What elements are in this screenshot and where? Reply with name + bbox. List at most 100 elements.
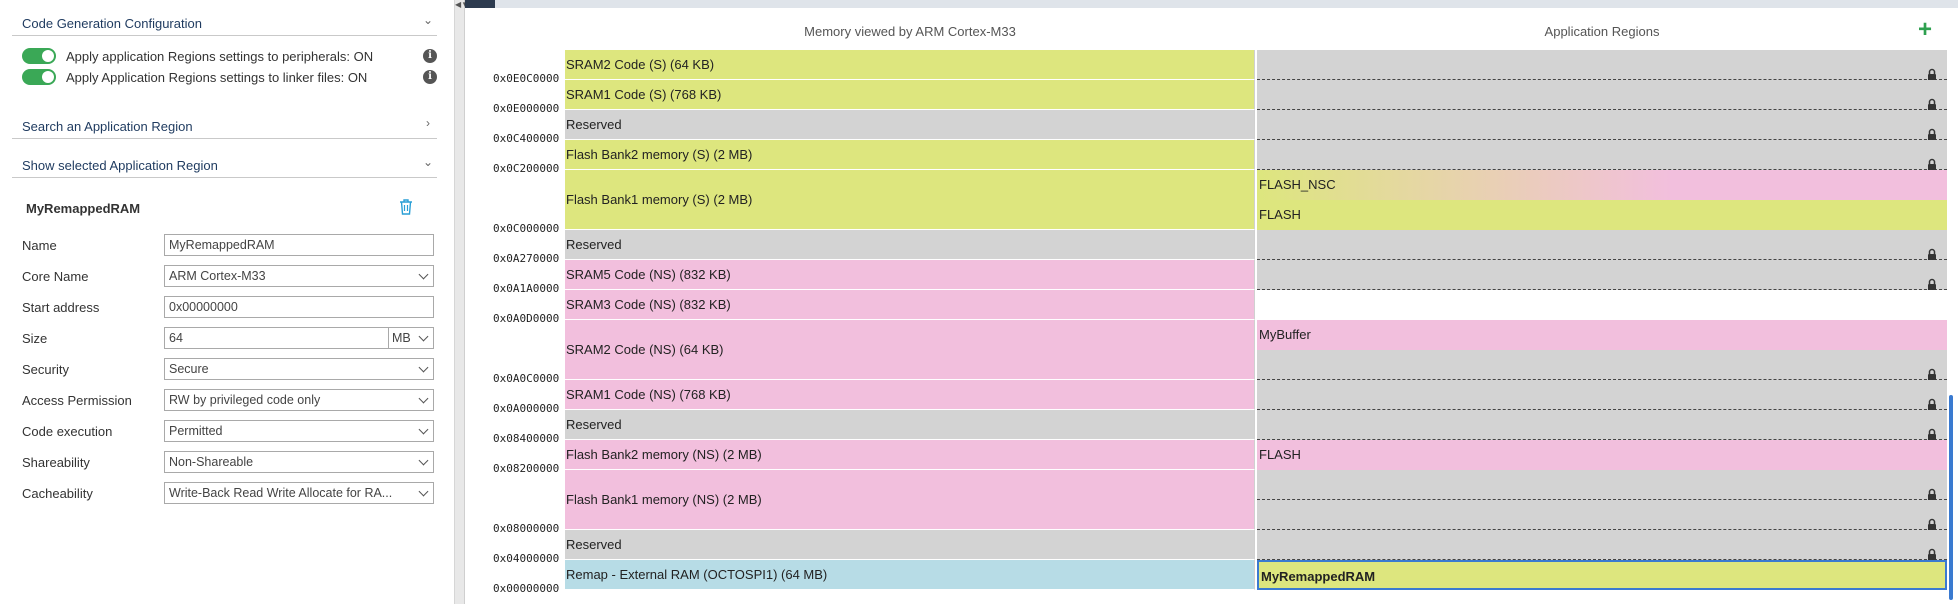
memory-region-row[interactable]: Reserved (565, 410, 1255, 440)
size-unit-select[interactable]: MB (388, 327, 434, 349)
name-input[interactable]: MyRemappedRAM (164, 234, 434, 256)
memory-address-label: 0x0C400000 (493, 132, 560, 145)
show-region-section[interactable]: Show selected Application Region ⌄ (12, 142, 437, 178)
memory-region-row[interactable]: Flash Bank1 memory (S) (2 MB) (565, 170, 1255, 230)
app-region-label: FLASH (1259, 447, 1301, 462)
app-region-empty[interactable] (1257, 500, 1947, 531)
field-exec: Code execution Permitted (22, 420, 434, 442)
memory-region-row[interactable]: SRAM2 Code (NS) (64 KB) (565, 320, 1255, 380)
memory-region-row[interactable]: SRAM1 Code (NS) (768 KB) (565, 380, 1255, 410)
memory-region-label: Flash Bank2 memory (S) (2 MB) (566, 147, 753, 162)
app-region-empty[interactable] (1257, 110, 1947, 141)
app-region-empty[interactable] (1257, 290, 1947, 320)
code-generation-title: Code Generation Configuration (22, 16, 202, 31)
field-access: Access Permission RW by privileged code … (22, 389, 434, 411)
app-region-empty[interactable] (1257, 380, 1947, 411)
app-region-empty[interactable] (1257, 140, 1947, 171)
memory-region-label: SRAM3 Code (NS) (832 KB) (566, 297, 731, 312)
memory-region-label: Reserved (566, 417, 622, 432)
field-start-label: Start address (22, 300, 100, 315)
start-address-input[interactable]: 0x00000000 (164, 296, 434, 318)
memory-region-row[interactable]: Flash Bank1 memory (NS) (2 MB) (565, 470, 1255, 530)
memory-region-row[interactable]: SRAM2 Code (S) (64 KB) (565, 50, 1255, 80)
app-region-empty[interactable] (1257, 260, 1947, 291)
show-region-title: Show selected Application Region (22, 158, 218, 173)
search-region-title: Search an Application Region (22, 119, 193, 134)
memory-address-label: 0x00000000 (493, 582, 560, 595)
field-exec-label: Code execution (22, 424, 113, 439)
field-size-label: Size (22, 331, 48, 346)
app-region-empty[interactable] (1257, 470, 1947, 501)
memory-region-row[interactable]: SRAM1 Code (S) (768 KB) (565, 80, 1255, 110)
app-region-myremappedram[interactable]: MyRemappedRAM (1257, 560, 1947, 590)
memory-region-row[interactable]: Flash Bank2 memory (NS) (2 MB) (565, 440, 1255, 470)
lock-icon (1927, 423, 1937, 441)
app-region-flash[interactable]: FLASH (1257, 200, 1947, 230)
shareability-select[interactable]: Non-Shareable (164, 451, 434, 473)
memory-region-label: SRAM1 Code (S) (768 KB) (566, 87, 722, 102)
app-region-empty[interactable] (1257, 230, 1947, 261)
memory-region-row[interactable]: Remap - External RAM (OCTOSPI1) (64 MB) (565, 560, 1255, 590)
memory-address-label: 0x0C200000 (493, 162, 560, 175)
core-select[interactable]: ARM Cortex-M33 (164, 265, 434, 287)
toggle-switch-peripherals[interactable] (22, 48, 56, 64)
app-region-empty[interactable] (1257, 80, 1947, 111)
memory-region-label: SRAM2 Code (S) (64 KB) (566, 57, 715, 72)
app-region-flash-nsc[interactable]: FLASH_NSC (1257, 170, 1947, 200)
panel-splitter[interactable]: ◀▼ (455, 0, 469, 604)
lock-icon (1927, 153, 1937, 171)
chevron-down-icon[interactable]: ⌄ (421, 13, 435, 27)
left-panel: Code Generation Configuration ⌄ Apply ap… (0, 0, 455, 604)
memory-region-label: SRAM5 Code (NS) (832 KB) (566, 267, 731, 282)
field-share: Shareability Non-Shareable (22, 451, 434, 473)
memory-address-label: 0x0E000000 (493, 102, 560, 115)
app-region-flash[interactable]: FLASH (1257, 440, 1947, 470)
memory-region-row[interactable]: Flash Bank2 memory (S) (2 MB) (565, 140, 1255, 170)
plus-icon: + (1917, 16, 1932, 43)
chevron-down-icon[interactable]: ⌄ (421, 155, 435, 169)
app-region-mybuffer[interactable]: MyBuffer (1257, 320, 1947, 350)
memory-address-label: 0x08400000 (493, 432, 560, 445)
app-region-empty[interactable] (1257, 410, 1947, 441)
app-region-empty[interactable] (1257, 50, 1947, 81)
vertical-scrollbar[interactable] (1949, 395, 1953, 600)
memory-region-row[interactable]: SRAM3 Code (NS) (832 KB) (565, 290, 1255, 320)
info-icon[interactable]: i (423, 70, 437, 84)
memory-region-row[interactable]: SRAM5 Code (NS) (832 KB) (565, 260, 1255, 290)
memory-region-label: Remap - External RAM (OCTOSPI1) (64 MB) (566, 567, 828, 582)
field-size: Size 64 MB (22, 327, 434, 349)
code-generation-section[interactable]: Code Generation Configuration ⌄ (12, 0, 437, 36)
app-region-empty[interactable] (1257, 530, 1947, 561)
app-region-label: FLASH_NSC (1259, 177, 1336, 192)
app-region-label: MyRemappedRAM (1261, 569, 1376, 584)
access-permission-select[interactable]: RW by privileged code only (164, 389, 434, 411)
memory-region-label: SRAM2 Code (NS) (64 KB) (566, 342, 724, 357)
add-region-button[interactable]: + (1915, 18, 1935, 42)
app-region-empty[interactable] (1257, 350, 1947, 381)
toggle-switch-linker[interactable] (22, 69, 56, 85)
lock-icon (1927, 393, 1937, 411)
info-icon[interactable]: i (423, 49, 437, 63)
memory-address-label: 0x0A0C0000 (493, 372, 560, 385)
search-region-section[interactable]: Search an Application Region › (12, 103, 437, 139)
memory-region-row[interactable]: Reserved (565, 230, 1255, 260)
field-access-label: Access Permission (22, 393, 132, 408)
memory-region-label: Flash Bank2 memory (NS) (2 MB) (566, 447, 762, 462)
code-execution-select[interactable]: Permitted (164, 420, 434, 442)
app-region-label: FLASH (1259, 207, 1301, 222)
security-select[interactable]: Secure (164, 358, 434, 380)
memory-column-header: Memory viewed by ARM Cortex-M33 (804, 24, 1016, 39)
memory-region-label: Flash Bank1 memory (S) (2 MB) (566, 192, 753, 207)
memory-region-row[interactable]: Reserved (565, 110, 1255, 140)
top-toolbar-strip (465, 0, 1958, 8)
size-input[interactable]: 64 (164, 327, 389, 349)
cacheability-select[interactable]: Write-Back Read Write Allocate for RA... (164, 482, 434, 504)
memory-address-label: 0x0A1A0000 (493, 282, 560, 295)
memory-region-row[interactable]: Reserved (565, 530, 1255, 560)
lock-icon (1927, 93, 1937, 111)
toggle-label-peripherals: Apply application Regions settings to pe… (66, 49, 374, 64)
trash-icon[interactable] (398, 198, 414, 216)
memory-region-label: SRAM1 Code (NS) (768 KB) (566, 387, 731, 402)
chevron-right-icon[interactable]: › (421, 116, 435, 130)
toggle-row-linker: Apply Application Regions settings to li… (22, 67, 437, 87)
